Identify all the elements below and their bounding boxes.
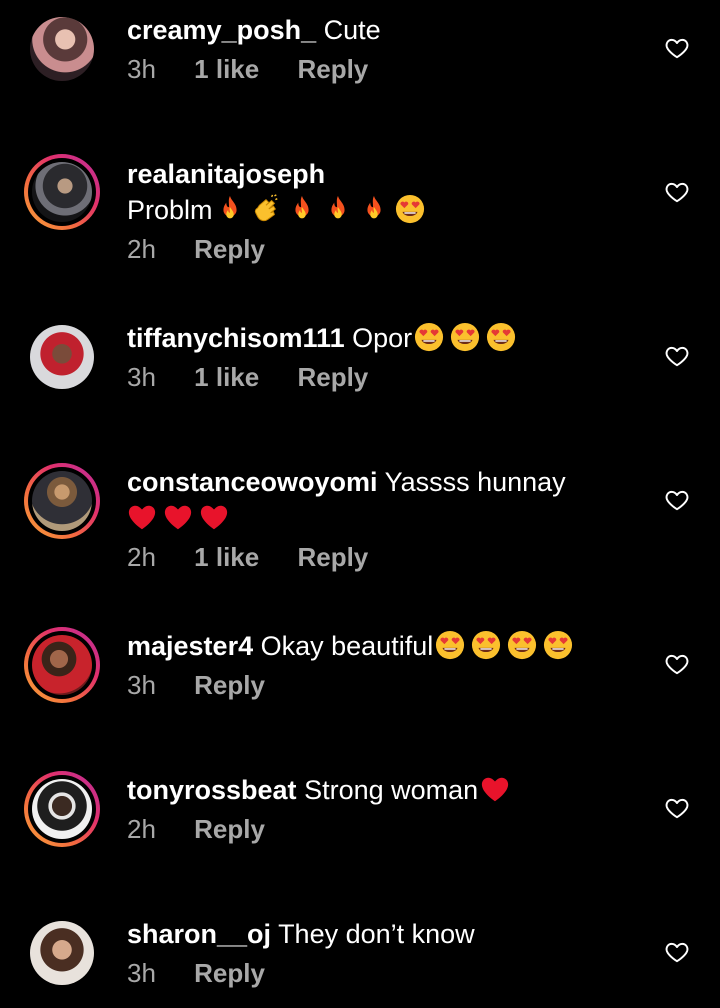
comment-meta: 3h 1 like Reply [127,53,648,85]
likes-count[interactable]: 1 like [194,54,259,84]
avatar[interactable] [30,921,94,985]
fire-emoji-icon [323,194,353,224]
like-heart-icon[interactable] [664,343,690,369]
comment-emoji-line [127,501,648,535]
comment-username-line: realanitajoseph [127,157,648,191]
reply-button[interactable]: Reply [194,670,265,700]
likes-count[interactable]: 1 like [194,362,259,392]
username[interactable]: realanitajoseph [127,159,325,189]
heart-eyes-emoji-icon [507,630,537,660]
fire-emoji-icon [359,194,389,224]
red-heart-emoji-icon [163,502,193,532]
timestamp: 2h [127,814,156,844]
heart-eyes-emoji-icon [435,630,465,660]
red-heart-emoji-icon [127,502,157,532]
comment-text-line: Problm [127,193,648,227]
comment-meta: 2h 1 like Reply [127,541,648,573]
comment-text: Okay beautiful [260,631,434,661]
avatar[interactable] [24,463,100,539]
comment-meta: 3h 1 like Reply [127,361,648,393]
comment-text: Strong woman [304,775,479,805]
comment-meta: 3h Reply [127,957,648,989]
username[interactable]: sharon__oj [127,919,271,949]
timestamp: 3h [127,670,156,700]
reply-button[interactable]: Reply [297,542,368,572]
reply-button[interactable]: Reply [297,54,368,84]
likes-count[interactable]: 1 like [194,542,259,572]
comment-text: Problm [127,195,213,225]
comment-text: They don’t know [278,919,475,949]
comment-text-line: majester4 Okay beautiful [127,629,648,663]
heart-eyes-emoji-icon [395,194,425,224]
reply-button[interactable]: Reply [297,362,368,392]
heart-eyes-emoji-icon [414,322,444,352]
comment-text-line: constanceowoyomi Yassss hunnay [127,465,648,499]
red-heart-emoji-icon [480,774,510,804]
comment-text: Yassss hunnay [384,467,566,497]
comment-meta: 2h Reply [127,233,648,265]
comment-text: Cute [323,15,381,45]
avatar[interactable] [30,17,94,81]
username[interactable]: tiffanychisom111 [127,323,345,353]
timestamp: 2h [127,542,156,572]
red-heart-emoji-icon [199,502,229,532]
comment-text-line: sharon__oj They don’t know [127,917,648,951]
avatar[interactable] [24,627,100,703]
like-heart-icon[interactable] [664,487,690,513]
heart-eyes-emoji-icon [471,630,501,660]
like-heart-icon[interactable] [664,795,690,821]
username[interactable]: constanceowoyomi [127,467,378,497]
like-heart-icon[interactable] [664,651,690,677]
heart-eyes-emoji-icon [450,322,480,352]
username[interactable]: tonyrossbeat [127,775,297,805]
clapping-hands-emoji-icon [251,194,281,224]
comment-text: Opor [352,323,413,353]
heart-eyes-emoji-icon [486,322,516,352]
username[interactable]: majester4 [127,631,253,661]
fire-emoji-icon [287,194,317,224]
comment-text-line: tonyrossbeat Strong woman [127,773,648,807]
comment-meta: 3h Reply [127,669,648,701]
comment-text-line: creamy_posh_ Cute [127,13,648,47]
like-heart-icon[interactable] [664,35,690,61]
reply-button[interactable]: Reply [194,234,265,264]
comment-text-line: tiffanychisom111 Opor [127,321,648,355]
username[interactable]: creamy_posh_ [127,15,316,45]
reply-button[interactable]: Reply [194,958,265,988]
comment-meta: 2h Reply [127,813,648,845]
timestamp: 3h [127,362,156,392]
reply-button[interactable]: Reply [194,814,265,844]
avatar[interactable] [24,154,100,230]
avatar[interactable] [30,325,94,389]
timestamp: 2h [127,234,156,264]
like-heart-icon[interactable] [664,179,690,205]
timestamp: 3h [127,958,156,988]
fire-emoji-icon [215,194,245,224]
heart-eyes-emoji-icon [543,630,573,660]
timestamp: 3h [127,54,156,84]
avatar[interactable] [24,771,100,847]
like-heart-icon[interactable] [664,939,690,965]
